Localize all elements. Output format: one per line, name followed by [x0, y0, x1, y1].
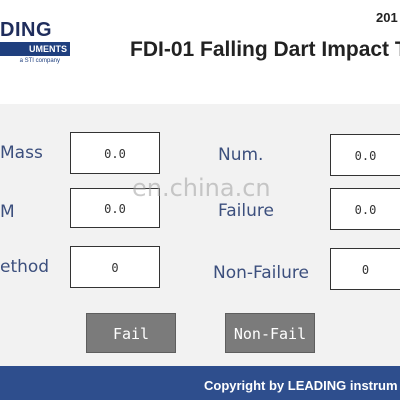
num-label: Num. — [218, 145, 264, 165]
mass-label: Mass — [0, 143, 43, 163]
nonfailure-label: Non-Failure — [213, 263, 309, 283]
mass-field[interactable]: 0.0 — [70, 132, 160, 174]
header: DING UMENTS a STI company 201 FDI-01 Fal… — [0, 0, 400, 102]
method-label: ethod — [0, 257, 50, 277]
logo-text: DING — [0, 19, 52, 41]
logo-subtitle: a STI company — [19, 58, 60, 64]
watermark: en.china.cn — [132, 174, 271, 202]
fail-button[interactable]: Fail — [86, 313, 176, 353]
m-label: M — [0, 202, 15, 222]
num-field[interactable]: 0.0 — [330, 134, 400, 176]
logo-band: UMENTS — [0, 42, 70, 56]
copyright-text: Copyright by LEADING instrum — [204, 378, 398, 393]
nonfailure-field[interactable]: 0 — [330, 248, 400, 290]
page-title: FDI-01 Falling Dart Impact T — [130, 38, 400, 61]
nonfail-button[interactable]: Non-Fail — [225, 313, 315, 353]
date-label: 201 — [376, 10, 398, 25]
method-field[interactable]: 0 — [70, 246, 160, 288]
failure-label: Failure — [218, 201, 274, 221]
failure-field[interactable]: 0.0 — [330, 188, 400, 230]
